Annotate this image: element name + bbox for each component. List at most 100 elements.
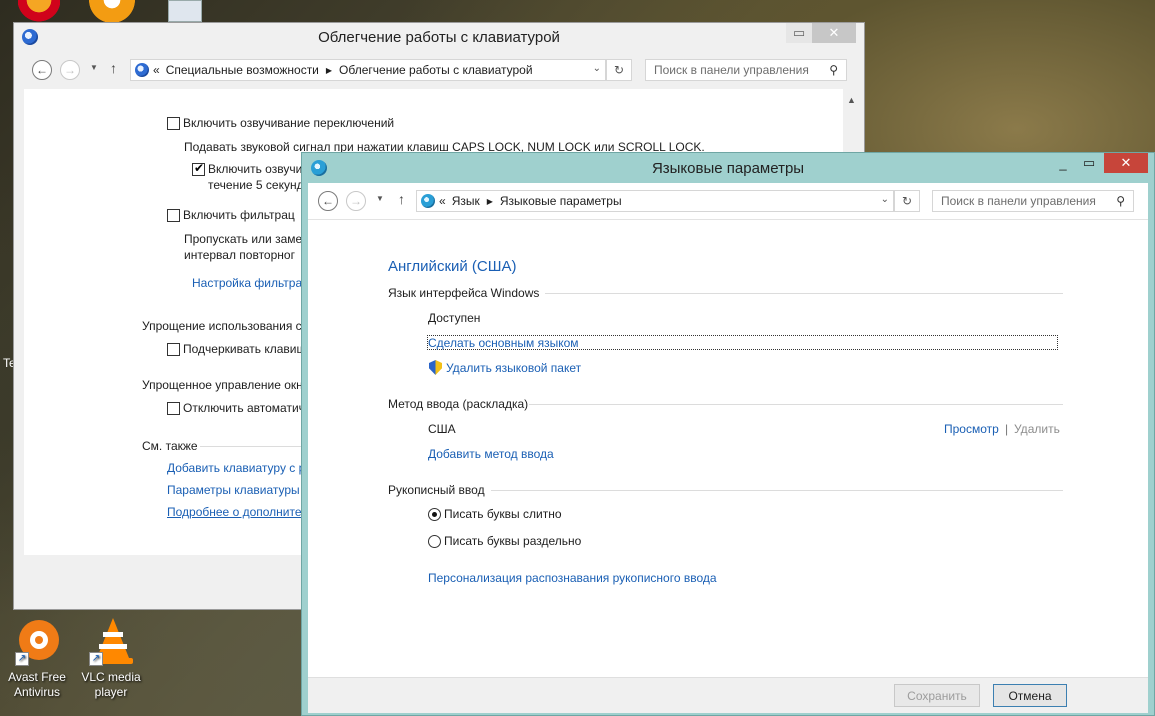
toggle-keys-sub-label-1[interactable]: Включить озвучи bbox=[208, 162, 302, 176]
toggle-keys-label[interactable]: Включить озвучивание переключений bbox=[183, 116, 394, 130]
front-refresh-button[interactable]: ↻ bbox=[894, 190, 920, 212]
ease-of-access-icon bbox=[22, 29, 38, 45]
front-close-button[interactable]: ✕ bbox=[1104, 153, 1148, 173]
front-breadcrumb-2[interactable]: Языковые параметры bbox=[500, 194, 622, 208]
front-search-input[interactable]: Поиск в панели управления ⚲ bbox=[932, 190, 1134, 212]
search-icon: ⚲ bbox=[829, 63, 838, 77]
front-recent-pages-icon[interactable]: ▼ bbox=[376, 194, 384, 203]
underline-keys-checkbox[interactable] bbox=[167, 343, 180, 356]
add-input-link[interactable]: Добавить метод ввода bbox=[428, 447, 554, 461]
section-simplify: Упрощение использования с bbox=[142, 319, 302, 333]
ui-language-divider bbox=[545, 293, 1063, 294]
add-keyboard-link[interactable]: Добавить клавиатуру с р bbox=[167, 461, 305, 475]
desktop-icon-partial-1[interactable] bbox=[18, 0, 60, 22]
back-nav-back-button[interactable]: ← bbox=[32, 60, 52, 80]
more-info-link[interactable]: Подробнее о дополните bbox=[167, 505, 302, 519]
front-address-globe-icon bbox=[421, 194, 435, 208]
filter-keys-label[interactable]: Включить фильтрац bbox=[183, 208, 295, 222]
remove-input-link[interactable]: Удалить bbox=[1014, 422, 1060, 436]
filter-keys-desc-2: интервал повторног bbox=[184, 248, 295, 262]
back-close-button[interactable]: ✕ bbox=[812, 23, 856, 43]
filter-keys-desc-1: Пропускать или заме bbox=[184, 232, 303, 246]
scroll-up-arrow-icon[interactable]: ▲ bbox=[847, 95, 856, 105]
front-minimize-button[interactable]: _ bbox=[1050, 153, 1076, 173]
radio-separate[interactable] bbox=[428, 535, 441, 548]
section-handwriting: Рукописный ввод bbox=[388, 483, 485, 497]
filter-keys-checkbox[interactable] bbox=[167, 209, 180, 222]
shortcut-arrow-icon: ↗ bbox=[89, 652, 103, 666]
back-search-placeholder: Поиск в панели управления bbox=[654, 63, 809, 77]
avast-icon: ↗ bbox=[13, 618, 61, 666]
make-primary-link[interactable]: Сделать основным языком bbox=[428, 336, 579, 350]
back-recent-pages-icon[interactable]: ▼ bbox=[90, 63, 98, 72]
radio-separate-label[interactable]: Писать буквы раздельно bbox=[444, 534, 581, 548]
front-up-button[interactable]: ↑ bbox=[398, 191, 405, 207]
preview-remove-separator: | bbox=[1005, 422, 1009, 436]
radio-connected-label[interactable]: Писать буквы слитно bbox=[444, 507, 562, 521]
cancel-button[interactable]: Отмена bbox=[993, 684, 1067, 707]
vlc-label-1: VLC media bbox=[81, 670, 141, 684]
front-breadcrumb-prefix: « bbox=[439, 194, 446, 208]
search-icon: ⚲ bbox=[1116, 194, 1125, 208]
shortcut-arrow-icon: ↗ bbox=[15, 652, 29, 666]
handwriting-divider bbox=[491, 490, 1063, 491]
desktop-icon-partial-2[interactable] bbox=[88, 0, 136, 22]
input-method-name: США bbox=[428, 422, 456, 436]
back-address-dropdown-icon[interactable]: ⌄ bbox=[593, 63, 601, 74]
section-ui-language: Язык интерфейса Windows bbox=[388, 286, 540, 300]
back-minimize-button[interactable]: ▭ bbox=[786, 23, 812, 43]
save-button[interactable]: Сохранить bbox=[894, 684, 980, 707]
back-breadcrumb-1[interactable]: Специальные возможности bbox=[166, 63, 319, 77]
toggle-keys-sub-label-2: течение 5 секунд bbox=[208, 178, 304, 192]
chevron-right-icon: ▶ bbox=[325, 65, 333, 75]
avast-label-2: Antivirus bbox=[13, 685, 60, 699]
desktop-icon-partial-3[interactable] bbox=[168, 0, 202, 22]
back-nav-bar: ← → ▼ ↑ « Специальные возможности ▶ Обле… bbox=[14, 55, 864, 87]
front-body: ← → ▼ ↑ « Язык ▶ Языковые параметры ⌄ ↻ … bbox=[308, 183, 1148, 713]
see-also-divider bbox=[200, 446, 302, 447]
front-breadcrumb-1[interactable]: Язык bbox=[452, 194, 480, 208]
section-window-mgmt: Упрощенное управление окн bbox=[142, 378, 303, 392]
handwriting-personalize-link[interactable]: Персонализация распознавания рукописного… bbox=[428, 571, 717, 585]
front-window-title: Языковые параметры bbox=[651, 159, 805, 177]
back-search-input[interactable]: Поиск в панели управления ⚲ bbox=[645, 59, 847, 81]
back-address-bar[interactable]: « Специальные возможности ▶ Облегчение р… bbox=[130, 59, 606, 81]
back-titlebar[interactable]: Облегчение работы с клавиатурой ✕ ▭ bbox=[14, 23, 864, 51]
front-nav-back-button[interactable]: ← bbox=[318, 191, 338, 211]
disable-auto-checkbox[interactable] bbox=[167, 402, 180, 415]
language-heading: Английский (США) bbox=[388, 258, 517, 275]
input-method-divider bbox=[529, 404, 1063, 405]
front-address-dropdown-icon[interactable]: ⌄ bbox=[881, 194, 889, 205]
front-address-bar[interactable]: « Язык ▶ Языковые параметры ⌄ bbox=[416, 190, 894, 212]
language-globe-icon bbox=[311, 160, 327, 176]
back-breadcrumb-2[interactable]: Облегчение работы с клавиатурой bbox=[339, 63, 533, 77]
chevron-right-icon: ▶ bbox=[486, 196, 493, 206]
back-refresh-button[interactable]: ↻ bbox=[606, 59, 632, 81]
back-breadcrumb-prefix: « bbox=[153, 63, 160, 77]
toggle-keys-sub-checkbox[interactable] bbox=[192, 161, 205, 176]
back-up-button[interactable]: ↑ bbox=[110, 60, 117, 76]
front-titlebar[interactable]: Языковые параметры ✕ ▭ _ bbox=[302, 153, 1154, 183]
remove-pack-link[interactable]: Удалить языковой пакет bbox=[446, 361, 581, 375]
filter-settings-link[interactable]: Настройка фильтра bbox=[192, 276, 302, 290]
ui-status: Доступен bbox=[428, 311, 481, 325]
keyboard-params-link[interactable]: Параметры клавиатуры bbox=[167, 483, 300, 497]
front-nav-forward-button[interactable]: → bbox=[346, 191, 366, 211]
front-nav-bar: ← → ▼ ↑ « Язык ▶ Языковые параметры ⌄ ↻ … bbox=[308, 185, 1148, 217]
toggle-keys-checkbox[interactable] bbox=[167, 117, 180, 130]
disable-auto-label[interactable]: Отключить автоматич bbox=[183, 401, 305, 415]
vlc-label-2: player bbox=[94, 685, 128, 699]
back-window-title: Облегчение работы с клавиатурой bbox=[318, 28, 560, 46]
front-maximize-button[interactable]: ▭ bbox=[1076, 153, 1102, 173]
front-search-placeholder: Поиск в панели управления bbox=[941, 194, 1096, 208]
preview-link[interactable]: Просмотр bbox=[944, 422, 999, 436]
underline-keys-label[interactable]: Подчеркивать клавиш bbox=[183, 342, 306, 356]
back-address-icon bbox=[135, 63, 149, 77]
back-nav-forward-button[interactable]: → bbox=[60, 60, 80, 80]
language-options-window[interactable]: Языковые параметры ✕ ▭ _ ← → ▼ ↑ « Язык … bbox=[301, 152, 1155, 716]
vlc-desktop-icon[interactable]: ↗ VLC media player bbox=[76, 618, 146, 700]
avast-desktop-icon[interactable]: ↗ Avast Free Antivirus bbox=[2, 618, 72, 700]
radio-connected[interactable] bbox=[428, 508, 441, 521]
vlc-cone-icon: ↗ bbox=[87, 618, 135, 666]
section-input-method: Метод ввода (раскладка) bbox=[388, 397, 529, 411]
